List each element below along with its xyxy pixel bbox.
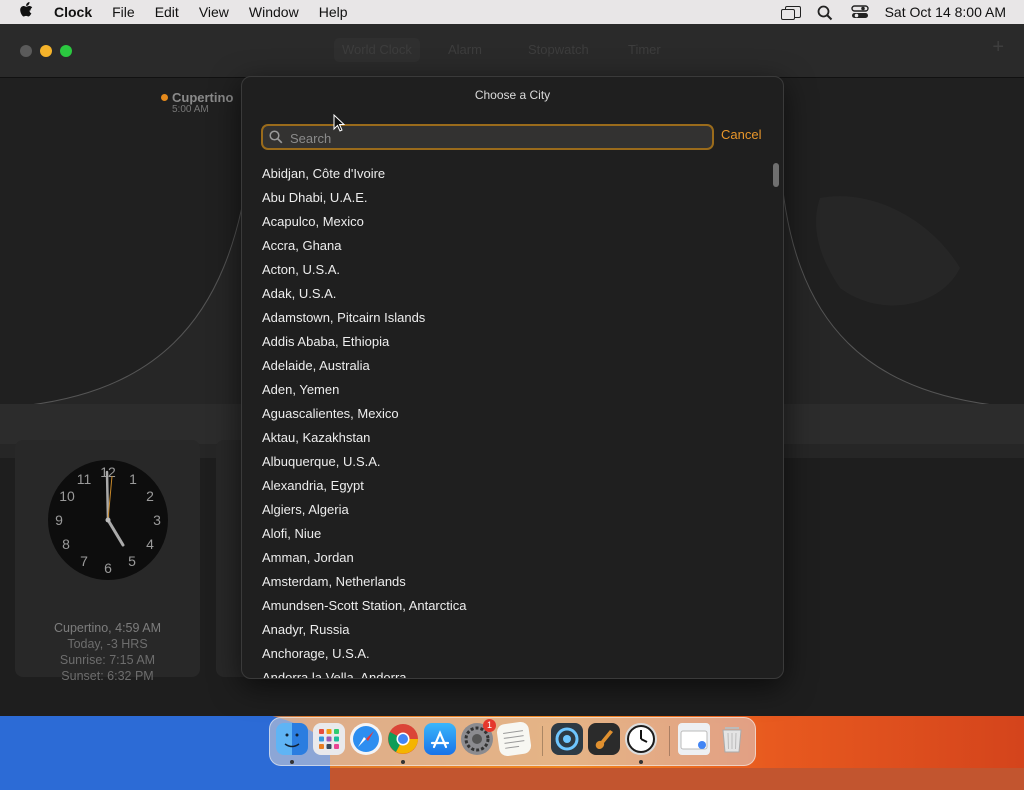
city-list-item[interactable]: Addis Ababa, Ethiopia bbox=[242, 330, 772, 354]
analog-clock-face: 12 1 2 3 4 5 6 7 8 9 10 11 bbox=[48, 460, 168, 580]
running-indicator bbox=[401, 760, 405, 764]
launchpad-icon[interactable] bbox=[313, 723, 345, 755]
city-list-item[interactable]: Andorra la Vella, Andorra bbox=[242, 666, 772, 678]
scrollbar-thumb[interactable] bbox=[773, 163, 779, 187]
menu-edit[interactable]: Edit bbox=[145, 4, 189, 20]
city-list-item[interactable]: Alexandria, Egypt bbox=[242, 474, 772, 498]
city-list-item[interactable]: Alofi, Niue bbox=[242, 522, 772, 546]
app-store-icon[interactable] bbox=[424, 723, 456, 755]
city-list-item[interactable]: Accra, Ghana bbox=[242, 234, 772, 258]
zoom-button[interactable] bbox=[60, 45, 72, 57]
city-location-dot bbox=[161, 94, 168, 101]
world-clock-card[interactable]: 12 1 2 3 4 5 6 7 8 9 10 11 Cupertino, 4:… bbox=[15, 440, 200, 683]
tab-timer[interactable]: Timer bbox=[620, 38, 669, 62]
menu-bar: Clock File Edit View Window Help Sat Oct… bbox=[0, 0, 1024, 24]
clock-hands bbox=[105, 470, 125, 547]
spotlight-search-icon[interactable] bbox=[817, 5, 835, 21]
running-indicator bbox=[290, 760, 294, 764]
running-indicator bbox=[639, 760, 643, 764]
choose-city-sheet: Choose a City Cancel Abidjan, Côte d'Ivo… bbox=[241, 76, 784, 679]
city-list-item[interactable]: Anadyr, Russia bbox=[242, 618, 772, 642]
card-offset: Today, -3 HRS bbox=[67, 637, 148, 651]
city-list-item[interactable]: Amundsen-Scott Station, Antarctica bbox=[242, 594, 772, 618]
minimize-button[interactable] bbox=[40, 45, 52, 57]
safari-icon[interactable] bbox=[350, 723, 382, 755]
tab-stopwatch[interactable]: Stopwatch bbox=[520, 38, 597, 62]
city-list-item[interactable]: Amman, Jordan bbox=[242, 546, 772, 570]
add-city-button[interactable]: + bbox=[992, 36, 1004, 59]
search-input[interactable] bbox=[288, 126, 692, 150]
clock-icon[interactable] bbox=[625, 723, 657, 755]
city-list-item[interactable]: Anchorage, U.S.A. bbox=[242, 642, 772, 666]
city-list[interactable]: Abidjan, Côte d'Ivoire Abu Dhabi, U.A.E. A… bbox=[242, 162, 772, 678]
menu-window[interactable]: Window bbox=[239, 4, 309, 20]
menu-view[interactable]: View bbox=[189, 4, 239, 20]
city-list-item[interactable]: Aden, Yemen bbox=[242, 378, 772, 402]
sheet-title: Choose a City bbox=[474, 88, 551, 102]
city-list-item[interactable]: Aktau, Kazakhstan bbox=[242, 426, 772, 450]
control-center-icon[interactable] bbox=[850, 5, 869, 19]
system-settings-icon[interactable]: 1 bbox=[461, 719, 496, 755]
mouse-cursor-icon bbox=[333, 113, 346, 137]
trash-icon[interactable] bbox=[716, 723, 748, 755]
window-titlebar: World Clock Alarm Stopwatch Timer + bbox=[0, 24, 1024, 78]
card-city-time: Cupertino, 4:59 AM bbox=[53, 621, 161, 635]
city-list-item[interactable]: Adak, U.S.A. bbox=[242, 282, 772, 306]
tab-alarm[interactable]: Alarm bbox=[440, 38, 490, 62]
city-list-item[interactable]: Algiers, Algeria bbox=[242, 498, 772, 522]
search-field[interactable] bbox=[261, 124, 714, 150]
downloads-icon[interactable] bbox=[678, 723, 710, 755]
notification-badge: 1 bbox=[483, 719, 496, 732]
garageband-icon[interactable] bbox=[588, 723, 620, 755]
menu-file[interactable]: File bbox=[102, 4, 145, 20]
city-list-item[interactable]: Adelaide, Australia bbox=[242, 354, 772, 378]
city-list-item[interactable]: Amsterdam, Netherlands bbox=[242, 570, 772, 594]
close-button[interactable] bbox=[20, 45, 32, 57]
menu-help[interactable]: Help bbox=[309, 4, 358, 20]
search-icon bbox=[269, 130, 283, 149]
dock-separator bbox=[542, 726, 543, 756]
dock-separator bbox=[669, 726, 670, 756]
apple-menu-icon[interactable] bbox=[0, 1, 52, 23]
map-city-name: Cupertino bbox=[172, 90, 234, 105]
tab-world-clock[interactable]: World Clock bbox=[334, 38, 420, 62]
city-list-item[interactable]: Abu Dhabi, U.A.E. bbox=[242, 186, 772, 210]
city-list-item[interactable]: Albuquerque, U.S.A. bbox=[242, 450, 772, 474]
card-sunset: Sunset: 6:32 PM bbox=[61, 669, 154, 683]
finder-icon[interactable] bbox=[276, 723, 308, 755]
map-city-time: 5:00 AM bbox=[172, 104, 209, 115]
quicktime-icon[interactable] bbox=[551, 723, 583, 755]
city-list-item[interactable]: Adamstown, Pitcairn Islands bbox=[242, 306, 772, 330]
screen-mirroring-icon[interactable] bbox=[780, 6, 801, 20]
menu-app-name[interactable]: Clock bbox=[52, 4, 102, 20]
city-list-item[interactable]: Acapulco, Mexico bbox=[242, 210, 772, 234]
city-list-item[interactable]: Acton, U.S.A. bbox=[242, 258, 772, 282]
card-sunrise: Sunrise: 7:15 AM bbox=[59, 653, 156, 667]
city-list-item[interactable]: Aguascalientes, Mexico bbox=[242, 402, 772, 426]
textedit-icon[interactable] bbox=[495, 720, 533, 758]
chrome-icon[interactable] bbox=[387, 723, 419, 755]
city-list-item[interactable]: Abidjan, Côte d'Ivoire bbox=[242, 162, 772, 186]
menu-bar-clock[interactable]: Sat Oct 14 8:00 AM bbox=[885, 4, 1006, 20]
cancel-button[interactable]: Cancel bbox=[721, 127, 761, 142]
dock: 1 bbox=[269, 717, 756, 766]
